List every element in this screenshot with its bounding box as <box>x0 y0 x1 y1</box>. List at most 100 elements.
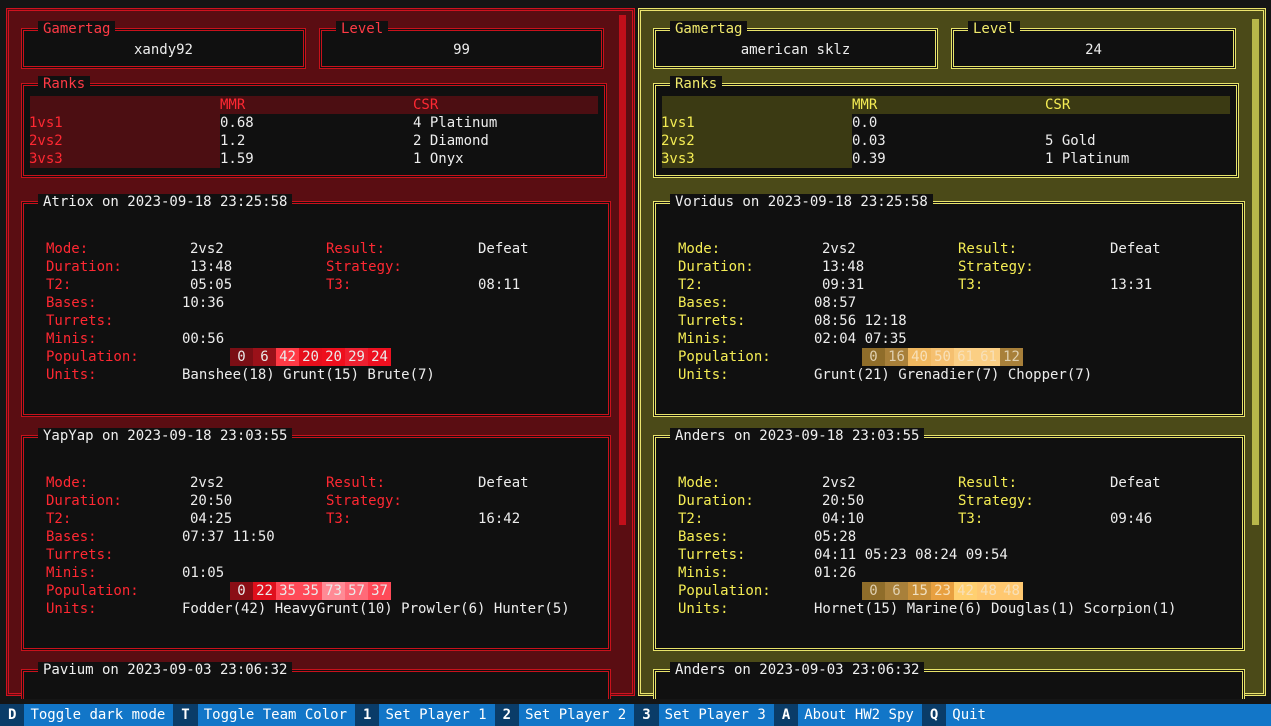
footer-key-d[interactable]: D <box>0 704 25 726</box>
strategy-label: Strategy: <box>958 259 1034 275</box>
p2-ranks-header <box>662 96 1230 114</box>
population-cell: 37 <box>368 582 391 600</box>
p1-ranks-header <box>30 96 598 114</box>
mode-label: Mode: <box>678 475 721 491</box>
population-cell: 15 <box>908 582 931 600</box>
p2-level-label: Level <box>968 21 1021 37</box>
p1-rank-mmr: 0.68 <box>220 115 254 131</box>
player1-pane[interactable]: Gamertag xandy92 Level 99 Ranks MMR CSR … <box>6 8 635 699</box>
p1-ranks-label: Ranks <box>38 76 91 92</box>
p2-rank-mmr: 0.03 <box>852 133 886 149</box>
t2-value: 04:25 <box>190 511 233 527</box>
toggle-dark-mode-button[interactable]: Toggle dark mode <box>24 704 173 726</box>
mode-value: 2vs2 <box>190 475 224 491</box>
set-player-1-button[interactable]: Set Player 1 <box>379 704 494 726</box>
footer-key-a[interactable]: A <box>773 704 799 726</box>
footer-key-2[interactable]: 2 <box>494 704 520 726</box>
result-value: Defeat <box>1110 241 1161 257</box>
bases-label: Bases: <box>678 529 729 545</box>
mode-value: 2vs2 <box>822 241 856 257</box>
minis-value: 00:56 <box>182 331 225 347</box>
set-player-2-button[interactable]: Set Player 2 <box>519 704 634 726</box>
minis-label: Minis: <box>46 565 97 581</box>
population-cell: 22 <box>253 582 276 600</box>
population-label: Population: <box>46 583 139 599</box>
bases-value: 08:57 <box>814 295 857 311</box>
t3-label: T3: <box>326 277 352 293</box>
units-label: Units: <box>46 367 97 383</box>
p1-level-box: Level 99 <box>319 21 604 69</box>
result-label: Result: <box>326 475 386 491</box>
p2-match-title: Anders on 2023-09-18 23:03:55 <box>670 428 925 444</box>
population-cell: 16 <box>885 348 908 366</box>
minis-label: Minis: <box>678 331 729 347</box>
strategy-label: Strategy: <box>958 493 1034 509</box>
result-label: Result: <box>958 241 1018 257</box>
p2-rank-mmr: 0.0 <box>852 115 878 131</box>
turrets-label: Turrets: <box>678 547 746 563</box>
p1-ranks-mmr-header: MMR <box>220 97 246 113</box>
about-button[interactable]: About HW2 Spy <box>798 704 922 726</box>
p2-match-card: Anders on 2023-09-18 23:03:55 Mode: 2vs2… <box>653 428 1245 651</box>
t2-label: T2: <box>46 511 72 527</box>
population-bar: 0 6 15 23 42 48 48 <box>862 582 1023 600</box>
strategy-label: Strategy: <box>326 493 402 509</box>
p2-level-value: 24 <box>1085 42 1102 58</box>
p2-ranks-label: Ranks <box>670 76 723 92</box>
mode-value: 2vs2 <box>190 241 224 257</box>
p2-match-title: Anders on 2023-09-03 23:06:32 <box>670 662 925 678</box>
p2-rank-csr: 1 Platinum <box>1045 151 1130 167</box>
set-player-3-button[interactable]: Set Player 3 <box>659 704 774 726</box>
units-label: Units: <box>678 601 729 617</box>
p2-ranks-box: Ranks MMR CSR 1vs1 0.0 2vs2 0.03 5 Gold … <box>653 76 1239 178</box>
strategy-label: Strategy: <box>326 259 402 275</box>
p1-rank-csr: 4 Platinum <box>413 115 498 131</box>
duration-label: Duration: <box>46 493 122 509</box>
population-cell: 42 <box>954 582 977 600</box>
population-cell: 29 <box>345 348 368 366</box>
population-label: Population: <box>678 583 771 599</box>
p1-rank-mmr: 1.2 <box>220 133 246 149</box>
units-value: Banshee(18) Grunt(15) Brute(7) <box>182 367 435 383</box>
population-bar: 0 16 40 50 61 61 12 <box>862 348 1023 366</box>
bases-label: Bases: <box>46 295 97 311</box>
minis-label: Minis: <box>46 331 97 347</box>
population-cell: 48 <box>977 582 1000 600</box>
p1-rank-mode: 1vs1 <box>29 115 63 131</box>
p2-gamertag-box: Gamertag american sklz <box>653 21 938 69</box>
population-cell: 20 <box>322 348 345 366</box>
p1-gamertag-label: Gamertag <box>38 21 116 37</box>
minis-value: 01:05 <box>182 565 225 581</box>
t2-label: T2: <box>678 511 704 527</box>
units-label: Units: <box>46 601 97 617</box>
turrets-value: 08:56 12:18 <box>814 313 907 329</box>
footer-key-t[interactable]: T <box>173 704 198 726</box>
t2-label: T2: <box>678 277 704 293</box>
p2-match-card: Anders on 2023-09-03 23:06:32 <box>653 662 1245 699</box>
p1-level-label: Level <box>336 21 389 37</box>
p1-ranks-csr-header: CSR <box>413 97 439 113</box>
minis-value: 01:26 <box>814 565 857 581</box>
mode-label: Mode: <box>46 241 89 257</box>
toggle-team-color-button[interactable]: Toggle Team Color <box>198 704 355 726</box>
p1-scrollbar[interactable] <box>619 15 626 525</box>
population-cell: 42 <box>276 348 299 366</box>
player2-pane[interactable]: Gamertag american sklz Level 24 Ranks MM… <box>638 8 1266 699</box>
duration-label: Duration: <box>46 259 122 275</box>
p2-scrollbar[interactable] <box>1252 19 1259 525</box>
population-cell: 0 <box>230 582 253 600</box>
footer-key-q[interactable]: Q <box>921 704 947 726</box>
population-bar: 0 6 42 20 20 29 24 <box>230 348 391 366</box>
result-label: Result: <box>958 475 1018 491</box>
population-cell: 48 <box>1000 582 1023 600</box>
duration-value: 20:50 <box>822 493 865 509</box>
footer-key-1[interactable]: 1 <box>355 704 380 726</box>
duration-value: 13:48 <box>190 259 233 275</box>
footer-key-3[interactable]: 3 <box>634 704 659 726</box>
population-cell: 57 <box>345 582 368 600</box>
result-label: Result: <box>326 241 386 257</box>
population-cell: 0 <box>230 348 253 366</box>
t3-value: 09:46 <box>1110 511 1153 527</box>
t3-value: 13:31 <box>1110 277 1153 293</box>
quit-button[interactable]: Quit <box>946 704 994 726</box>
